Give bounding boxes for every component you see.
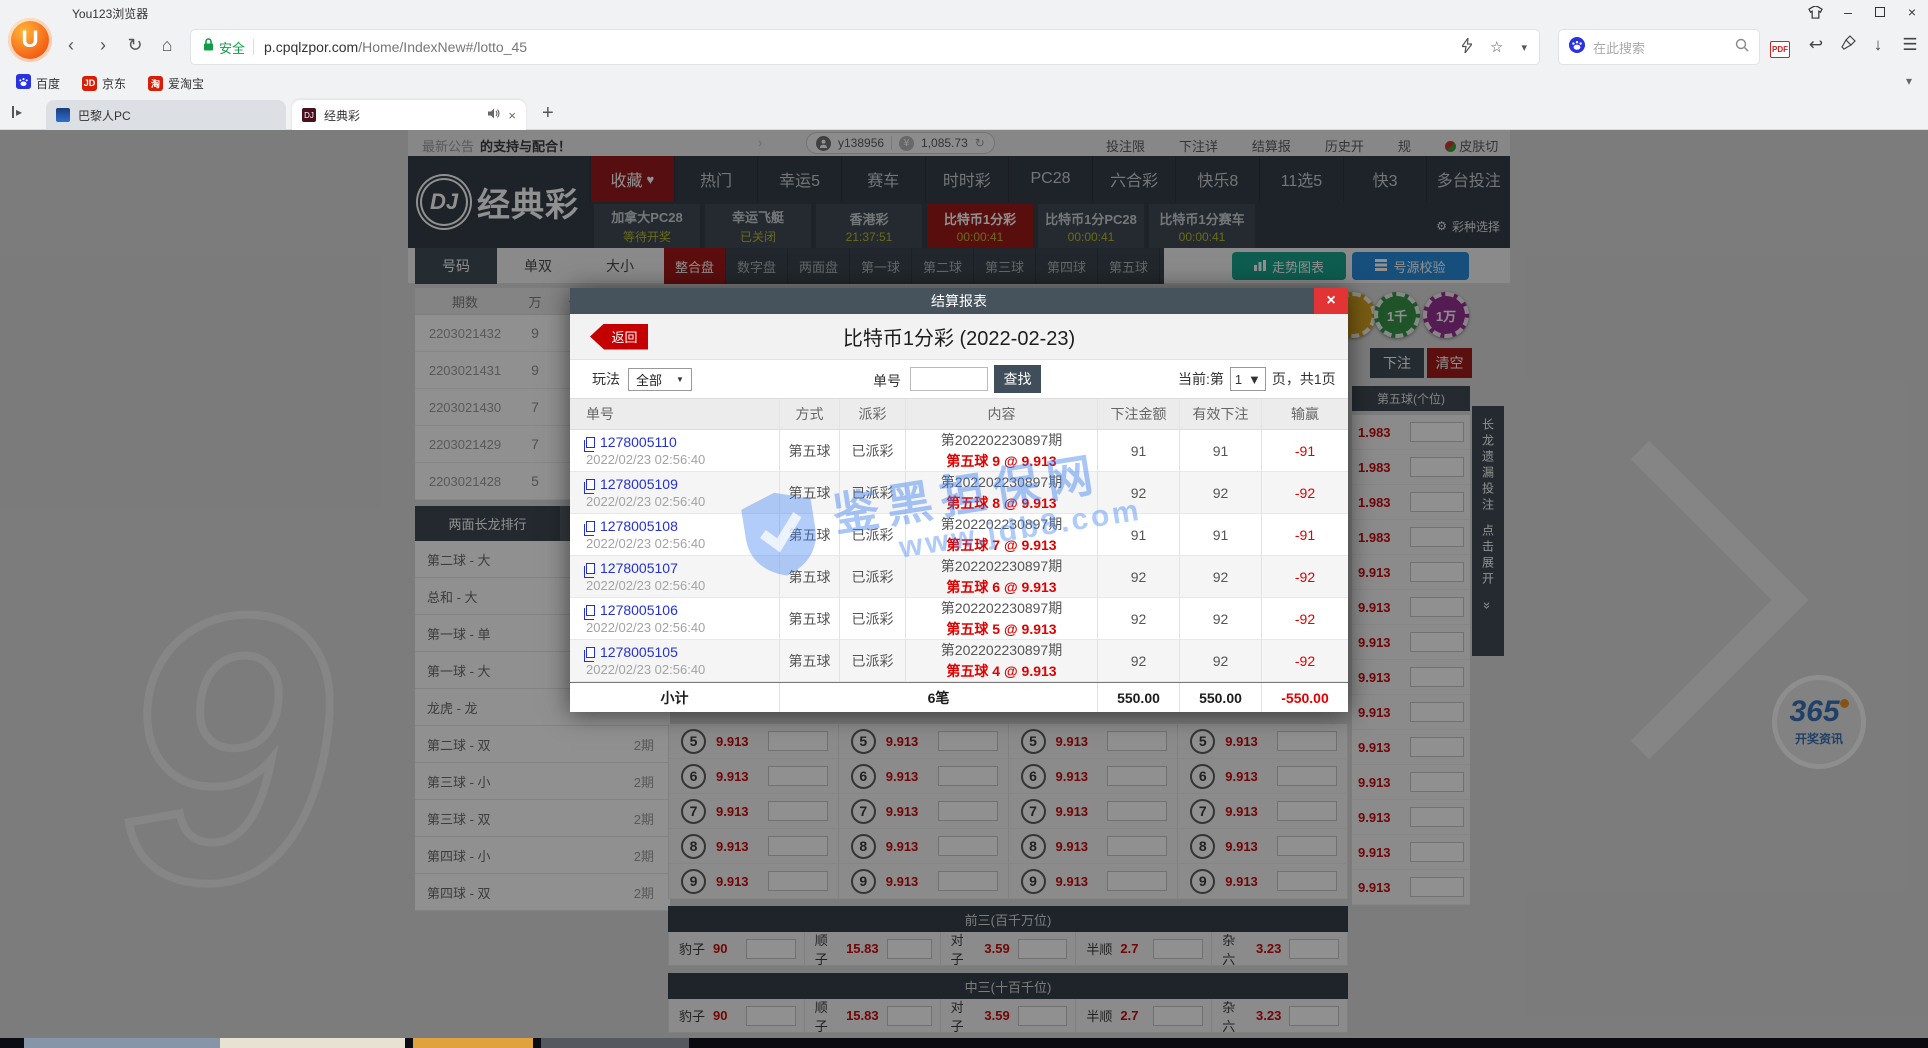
skin-icon[interactable] bbox=[1808, 6, 1824, 19]
bookmarks-collapse-icon[interactable]: ▾ bbox=[1906, 74, 1912, 88]
tab-audio-icon[interactable] bbox=[488, 108, 500, 122]
report-row: 12780051092022/02/23 02:56:40 第五球 已派彩 第2… bbox=[570, 472, 1348, 514]
modal-header: 结算报表 × bbox=[570, 288, 1348, 314]
caret-icon: ▼ bbox=[1248, 372, 1261, 387]
address-bar[interactable]: 安全 p.cpqlzpor.com/Home/IndexNew#/lotto_4… bbox=[190, 29, 1540, 65]
report-row: 12780051052022/02/23 02:56:40 第五球 已派彩 第2… bbox=[570, 640, 1348, 682]
copy-icon[interactable] bbox=[586, 521, 595, 532]
report-row: 12780051082022/02/23 02:56:40 第五球 已派彩 第2… bbox=[570, 514, 1348, 556]
modal-title: 结算报表 bbox=[931, 291, 987, 311]
jd-icon: JD bbox=[82, 76, 97, 91]
menu-icon[interactable]: ☰ bbox=[1898, 35, 1922, 55]
url-text[interactable]: p.cpqlzpor.com/Home/IndexNew#/lotto_45 bbox=[264, 39, 527, 55]
page: 9 最新公告 的支持与配合！ › y138956 ¥ 1,085.73 ↻ 投 bbox=[0, 130, 1928, 1038]
browser-toolbar: ‹ › ↻ ⌂ 安全 p.cpqlzpor.com/Home/IndexNew#… bbox=[0, 24, 1928, 70]
taobao-icon: 淘 bbox=[148, 76, 163, 91]
bookmarks-bar: 百度 JD 京东 淘 爱淘宝 ▾ bbox=[0, 70, 1928, 96]
browser-chrome: You123浏览器 – × U ‹ › ↻ ⌂ 安全 p.cpql bbox=[0, 0, 1928, 130]
report-row: 12780051072022/02/23 02:56:40 第五球 已派彩 第2… bbox=[570, 556, 1348, 598]
order-link[interactable]: 1278005108 bbox=[586, 518, 678, 534]
tab-classic-lottery[interactable]: DJ 经典彩 × bbox=[292, 100, 526, 130]
secure-label: 安全 bbox=[219, 38, 245, 57]
search-box[interactable]: 在此搜索 bbox=[1558, 29, 1760, 65]
report-row: 12780051062022/02/23 02:56:40 第五球 已派彩 第2… bbox=[570, 598, 1348, 640]
bookmark-baidu[interactable]: 百度 bbox=[16, 74, 60, 92]
modal-subtitle: 比特币1分彩 (2022-02-23) bbox=[843, 322, 1075, 351]
modal-close-button[interactable]: × bbox=[1314, 288, 1348, 314]
report-footer: 小计 6笔 550.00 550.00 -550.00 bbox=[570, 682, 1348, 712]
order-number-label: 单号 bbox=[873, 371, 901, 391]
pdf-icon[interactable]: PDF bbox=[1768, 37, 1792, 57]
copy-icon[interactable] bbox=[586, 605, 595, 616]
report-table-header: 单号 方式 派彩 内容 下注金额 有效下注 输赢 bbox=[570, 398, 1348, 430]
tab-strip: ▸ 巴黎人PC DJ 经典彩 × + bbox=[0, 96, 1928, 130]
baidu-icon bbox=[1569, 37, 1585, 58]
order-link[interactable]: 1278005110 bbox=[586, 434, 677, 450]
copy-icon[interactable] bbox=[586, 647, 595, 658]
search-button[interactable]: 查找 bbox=[994, 365, 1041, 393]
favorite-star-icon[interactable]: ☆ bbox=[1490, 38, 1503, 56]
taskbar-item[interactable] bbox=[220, 1038, 405, 1048]
home-icon[interactable]: ⌂ bbox=[154, 35, 180, 56]
window-title: You123浏览器 bbox=[72, 5, 148, 22]
order-link[interactable]: 1278005105 bbox=[586, 644, 678, 660]
search-placeholder: 在此搜索 bbox=[1593, 38, 1645, 57]
browser-logo[interactable]: U bbox=[8, 18, 52, 62]
download-icon[interactable]: ↓ bbox=[1866, 35, 1890, 55]
taskbar-item[interactable] bbox=[541, 1038, 689, 1048]
search-icon[interactable] bbox=[1735, 38, 1749, 57]
bookmark-taobao[interactable]: 淘 爱淘宝 bbox=[148, 75, 204, 92]
caret-icon: ▼ bbox=[676, 375, 684, 384]
close-button[interactable]: × bbox=[1904, 4, 1920, 20]
order-link[interactable]: 1278005109 bbox=[586, 476, 678, 492]
tab1-favicon bbox=[56, 108, 70, 122]
reload-icon[interactable]: ↻ bbox=[122, 35, 148, 56]
copy-icon[interactable] bbox=[586, 479, 595, 490]
new-tab-button[interactable]: + bbox=[542, 102, 554, 125]
order-number-input[interactable] bbox=[910, 367, 988, 391]
tab2-favicon: DJ bbox=[302, 108, 316, 122]
back-button[interactable]: 返回 bbox=[590, 324, 648, 350]
modal-filter-row: 玩法 全部▼ 单号 查找 当前:第 1▼ 页，共1页 bbox=[570, 360, 1348, 398]
settlement-report-modal: 结算报表 × 返回 比特币1分彩 (2022-02-23) 玩法 全部▼ 单号 … bbox=[570, 288, 1348, 712]
taskbar-item[interactable] bbox=[0, 1038, 24, 1048]
modal-subheader: 返回 比特币1分彩 (2022-02-23) bbox=[570, 314, 1348, 360]
order-link[interactable]: 1278005106 bbox=[586, 602, 678, 618]
forward-icon[interactable]: › bbox=[90, 35, 116, 56]
taskbar bbox=[0, 1038, 1928, 1048]
tab-close-icon[interactable]: × bbox=[508, 108, 516, 123]
copy-icon[interactable] bbox=[586, 437, 595, 448]
taskbar-item[interactable] bbox=[24, 1038, 220, 1048]
screen: You123浏览器 – × U ‹ › ↻ ⌂ 安全 p.cpql bbox=[0, 0, 1928, 1048]
tab-parisian-pc[interactable]: 巴黎人PC bbox=[46, 100, 286, 130]
order-link[interactable]: 1278005107 bbox=[586, 560, 678, 576]
page-select[interactable]: 1▼ bbox=[1230, 367, 1266, 391]
titlebar: You123浏览器 – × bbox=[0, 0, 1928, 24]
maximize-button[interactable] bbox=[1872, 4, 1888, 20]
copy-icon[interactable] bbox=[586, 563, 595, 574]
play-type-select[interactable]: 全部▼ bbox=[628, 368, 692, 391]
taskbar-item[interactable] bbox=[413, 1038, 533, 1048]
lock-icon bbox=[203, 38, 214, 56]
back-icon[interactable]: ‹ bbox=[58, 35, 84, 56]
addressbar-dropdown-icon[interactable]: ▾ bbox=[1521, 41, 1527, 54]
clean-brush-icon[interactable] bbox=[1836, 35, 1860, 55]
minimize-button[interactable]: – bbox=[1840, 4, 1856, 20]
bookmark-jd[interactable]: JD 京东 bbox=[82, 75, 126, 92]
undo-icon[interactable]: ↩ bbox=[1804, 35, 1828, 55]
tab-sidebar-toggle-icon[interactable]: ▸ bbox=[12, 105, 22, 119]
report-row: 12780051102022/02/23 02:56:40 第五球 已派彩 第2… bbox=[570, 430, 1348, 472]
page-label: 当前:第 bbox=[1178, 369, 1224, 389]
baidu-paw-icon bbox=[16, 74, 31, 92]
page-suffix: 页，共1页 bbox=[1272, 369, 1336, 389]
lightning-icon[interactable] bbox=[1462, 38, 1472, 57]
play-type-label: 玩法 bbox=[592, 369, 620, 389]
